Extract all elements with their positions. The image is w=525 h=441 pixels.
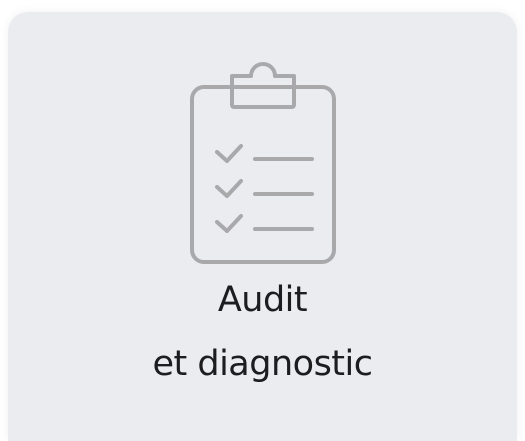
service-card-audit[interactable]: Audit et diagnostic [8,12,517,441]
clipboard-checklist-icon [190,62,336,264]
page: Audit et diagnostic [0,0,525,441]
card-title-line-2: et diagnostic [152,344,373,384]
card-title-line-1: Audit [217,280,308,320]
